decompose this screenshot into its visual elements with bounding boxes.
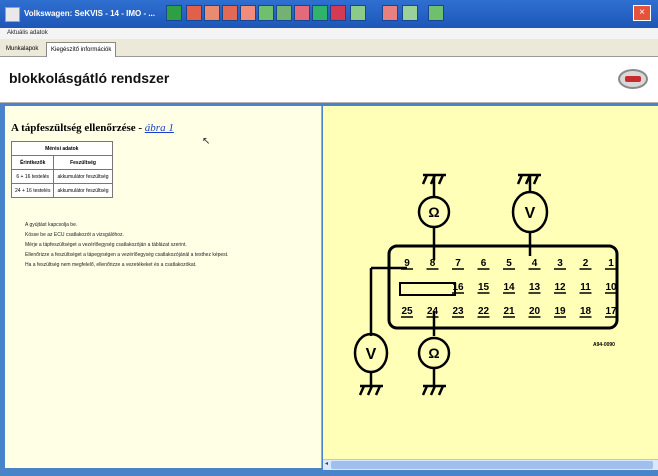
list-item: Ellenőrizze a feszültséget a tápegységen…	[25, 252, 229, 258]
pin-label: 15	[478, 282, 490, 293]
pin-label: 23	[452, 306, 464, 317]
table-cell: 6 + 16 testelés	[10, 169, 55, 184]
settings-icon[interactable]	[382, 5, 398, 21]
list-item: Ha a feszültség nem megfelelő, ellenőriz…	[25, 262, 197, 268]
title-bar: Volkswagen: SeKVIS - 14 - IMO - ... ×	[0, 0, 658, 28]
calendar-icon[interactable]	[240, 5, 256, 21]
mouse-cursor: ↖	[202, 136, 211, 147]
tab-bar: Munkalapok Kiegészítő információk	[0, 39, 658, 57]
diagram-pane: Ω V Ω V 987654321 16 15 14 13 12 11 10 25 24 23 2…	[323, 106, 658, 459]
pin-label: 5	[506, 258, 512, 269]
grid-icon[interactable]	[276, 5, 292, 21]
page-title: blokkolásgátló rendszer	[9, 70, 170, 86]
pin-label: 9	[404, 258, 410, 269]
pin-label: 7	[455, 258, 461, 269]
pin-label: 1	[608, 258, 614, 269]
volt-symbol: V	[525, 205, 536, 222]
figure-link[interactable]: ábra 1	[145, 122, 174, 134]
pin-label: 20	[529, 306, 541, 317]
app-icon	[5, 7, 20, 22]
tab-worksheets[interactable]: Munkalapok	[2, 42, 42, 56]
pin-label: 14	[503, 282, 515, 293]
pin-label: 21	[503, 306, 515, 317]
list-item: Mérje a tápfeszültséget a vezérlőegység …	[25, 242, 187, 248]
scrollbar-thumb[interactable]	[331, 461, 653, 469]
pin-label: 16	[452, 282, 464, 293]
table-cell: akkumulátor feszültség	[53, 183, 113, 198]
tab-extra-info[interactable]: Kiegészítő információk	[46, 42, 117, 57]
list-item: A gyújtást kapcsolja be.	[25, 222, 78, 228]
pin-label: 17	[605, 306, 617, 317]
close-button[interactable]: ×	[633, 5, 651, 21]
pin-label: 18	[580, 306, 592, 317]
help-icon[interactable]	[350, 5, 366, 21]
pin-label: 6	[481, 258, 487, 269]
image-icon[interactable]	[312, 5, 328, 21]
section-title-text: A tápfeszültség ellenőrzése -	[11, 122, 143, 134]
pin-label: 25	[401, 306, 413, 317]
document-icon[interactable]	[204, 5, 220, 21]
table-cell: akkumulátor feszültség	[53, 169, 113, 184]
ohm-symbol: Ω	[428, 345, 439, 361]
exit-icon[interactable]	[428, 5, 444, 21]
column-header: Érintkezők	[10, 155, 55, 170]
info-icon[interactable]	[294, 5, 310, 21]
volt-symbol: V	[366, 346, 377, 363]
print-icon[interactable]	[186, 5, 202, 21]
pin-label: 8	[430, 258, 436, 269]
folder-icon[interactable]	[222, 5, 238, 21]
pin-label: 12	[554, 282, 566, 293]
pin-label: 22	[478, 306, 490, 317]
instruction-pane: A tápfeszültség ellenőrzése - ábra 1 Mér…	[5, 106, 322, 468]
ground-icon	[358, 384, 383, 396]
list-icon[interactable]	[258, 5, 274, 21]
pin-label: 19	[554, 306, 566, 317]
measurement-table: Mérési adatok Érintkezők Feszültség 6 + …	[10, 141, 113, 198]
section-title: A tápfeszültség ellenőrzése - ábra 1	[11, 122, 174, 134]
horizontal-scrollbar[interactable]: ◂	[323, 459, 658, 470]
step-list: A gyújtást kapcsolja be. Kösse be az ECU…	[25, 222, 315, 272]
ground-icon	[421, 384, 446, 396]
wiring-diagram: Ω V Ω V 987654321 16 15 14 13 12 11 10 25 24 23 2…	[353, 173, 619, 396]
list-item: Kösse be az ECU csatlakozót a vizsgálóho…	[25, 232, 124, 238]
pin-label: 24	[427, 306, 439, 317]
back-icon[interactable]	[166, 5, 182, 21]
pin-label: 4	[532, 258, 538, 269]
refresh-icon[interactable]	[402, 5, 418, 21]
pin-label: 11	[580, 282, 591, 293]
table-cell: 24 + 16 testelés	[10, 183, 55, 198]
brand-logo	[618, 69, 648, 89]
pin-label: 3	[557, 258, 563, 269]
pin-label: 2	[583, 258, 589, 269]
figure-code: A94-0090	[593, 342, 615, 348]
page-header: blokkolásgátló rendszer	[0, 57, 658, 103]
column-header: Feszültség	[53, 155, 113, 170]
ohm-symbol: Ω	[428, 204, 439, 220]
window-title: Volkswagen: SeKVIS - 14 - IMO - ...	[24, 9, 155, 18]
table-header: Mérési adatok	[11, 141, 113, 156]
table-row: 6 + 16 testelés akkumulátor feszültség	[10, 169, 113, 184]
table-row: 24 + 16 testelés akkumulátor feszültség	[10, 183, 113, 198]
breadcrumb: Aktuális adatok	[0, 28, 658, 39]
tools-icon[interactable]	[330, 5, 346, 21]
pin-label: 13	[529, 282, 541, 293]
scroll-left-icon[interactable]: ◂	[323, 460, 330, 469]
pin-label: 10	[605, 282, 617, 293]
